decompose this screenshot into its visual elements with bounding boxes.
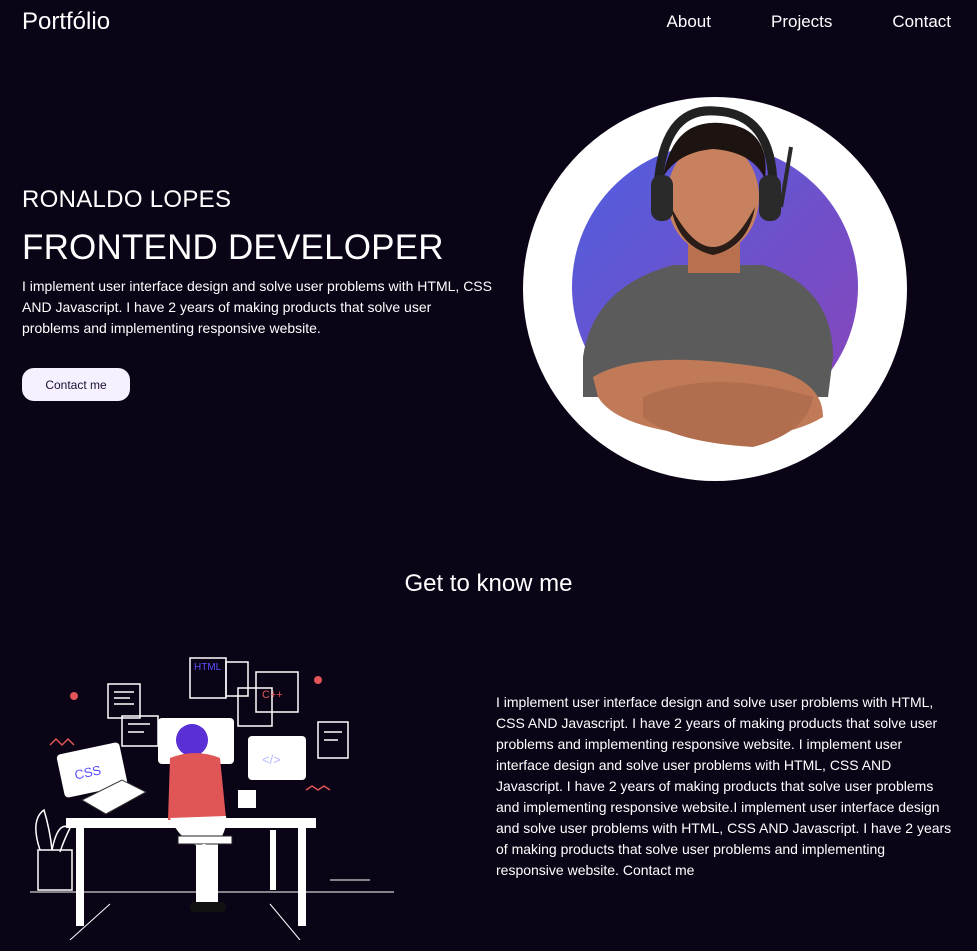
svg-text:</>: </>: [262, 752, 281, 767]
profile-photo-illustration: [572, 106, 858, 447]
developer-desk-illustration: HTML C++ CSS </>: [30, 657, 394, 941]
nav-links: About Projects Contact: [667, 12, 951, 32]
contact-me-button[interactable]: Contact me: [22, 368, 130, 401]
html-sheet-label: HTML: [194, 662, 222, 673]
profile-avatar: [523, 97, 907, 481]
top-nav: Portfólio About Projects Contact: [0, 0, 977, 44]
cpp-sheet-label: C++: [262, 689, 283, 701]
hero-role: FRONTEND DEVELOPER: [22, 228, 444, 267]
brand-logo[interactable]: Portfólio: [22, 8, 110, 36]
about-description: I implement user interface design and so…: [496, 694, 952, 878]
nav-link-projects[interactable]: Projects: [771, 12, 832, 32]
hero-description: I implement user interface design and so…: [22, 278, 492, 336]
about-title: Get to know me: [404, 570, 573, 597]
nav-link-about[interactable]: About: [667, 12, 711, 32]
hero-name: RONALDO LOPES: [22, 186, 232, 213]
developer-illustration: HTML C++ CSS </>: [30, 640, 410, 941]
nav-link-contact[interactable]: Contact: [892, 12, 951, 32]
